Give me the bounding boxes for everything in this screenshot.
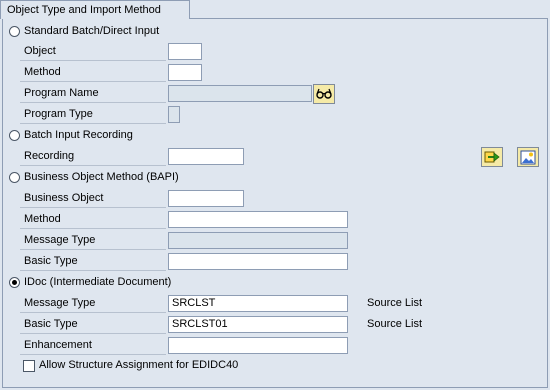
- enter-arrow-icon[interactable]: [481, 147, 503, 167]
- idoc-message-type-desc: Source List: [367, 297, 423, 309]
- object-field[interactable]: [168, 43, 202, 60]
- bapi-message-type-field: [168, 232, 348, 249]
- method-label: Method: [20, 63, 166, 82]
- idoc-message-type-field[interactable]: SRCLST: [168, 295, 348, 312]
- idoc-basic-type-desc: Source List: [367, 318, 423, 330]
- recording-field[interactable]: [168, 148, 244, 165]
- bapi-message-type-label: Message Type: [20, 231, 166, 250]
- idoc-basic-type-label: Basic Type: [20, 315, 166, 334]
- enhancement-field[interactable]: [168, 337, 348, 354]
- business-object-field[interactable]: [168, 190, 244, 207]
- method-field[interactable]: [168, 64, 202, 81]
- program-type-field: [168, 106, 180, 123]
- recording-label: Recording: [20, 147, 166, 166]
- allow-structure-label: Allow Structure Assignment for EDIDC40: [39, 359, 239, 371]
- import-method-frame: Object Type and Import Method Standard B…: [0, 0, 550, 390]
- group-title: Object Type and Import Method: [7, 4, 161, 16]
- radio-bapi[interactable]: [9, 172, 20, 183]
- display-glasses-icon[interactable]: [313, 84, 335, 104]
- overview-icon[interactable]: [517, 147, 539, 167]
- radio-idoc-label: IDoc (Intermediate Document): [24, 276, 172, 288]
- object-label: Object: [20, 42, 166, 61]
- radio-batch-recording-label: Batch Input Recording: [24, 129, 133, 141]
- bapi-basic-type-label: Basic Type: [20, 252, 166, 271]
- bapi-basic-type-field[interactable]: [168, 253, 348, 270]
- allow-structure-checkbox[interactable]: [23, 360, 35, 372]
- radio-standard-batch-label: Standard Batch/Direct Input: [24, 25, 160, 37]
- program-name-field: [168, 85, 312, 102]
- program-name-label: Program Name: [20, 84, 166, 103]
- business-object-label: Business Object: [20, 189, 166, 208]
- bapi-method-label: Method: [20, 210, 166, 229]
- group-tab: Object Type and Import Method: [0, 0, 190, 19]
- program-type-label: Program Type: [20, 105, 166, 124]
- radio-idoc[interactable]: [9, 277, 20, 288]
- radio-bapi-label: Business Object Method (BAPI): [24, 171, 179, 183]
- bapi-method-field[interactable]: [168, 211, 348, 228]
- enhancement-label: Enhancement: [20, 336, 166, 355]
- radio-batch-recording[interactable]: [9, 130, 20, 141]
- radio-standard-batch[interactable]: [9, 26, 20, 37]
- idoc-basic-type-field[interactable]: SRCLST01: [168, 316, 348, 333]
- idoc-message-type-label: Message Type: [20, 294, 166, 313]
